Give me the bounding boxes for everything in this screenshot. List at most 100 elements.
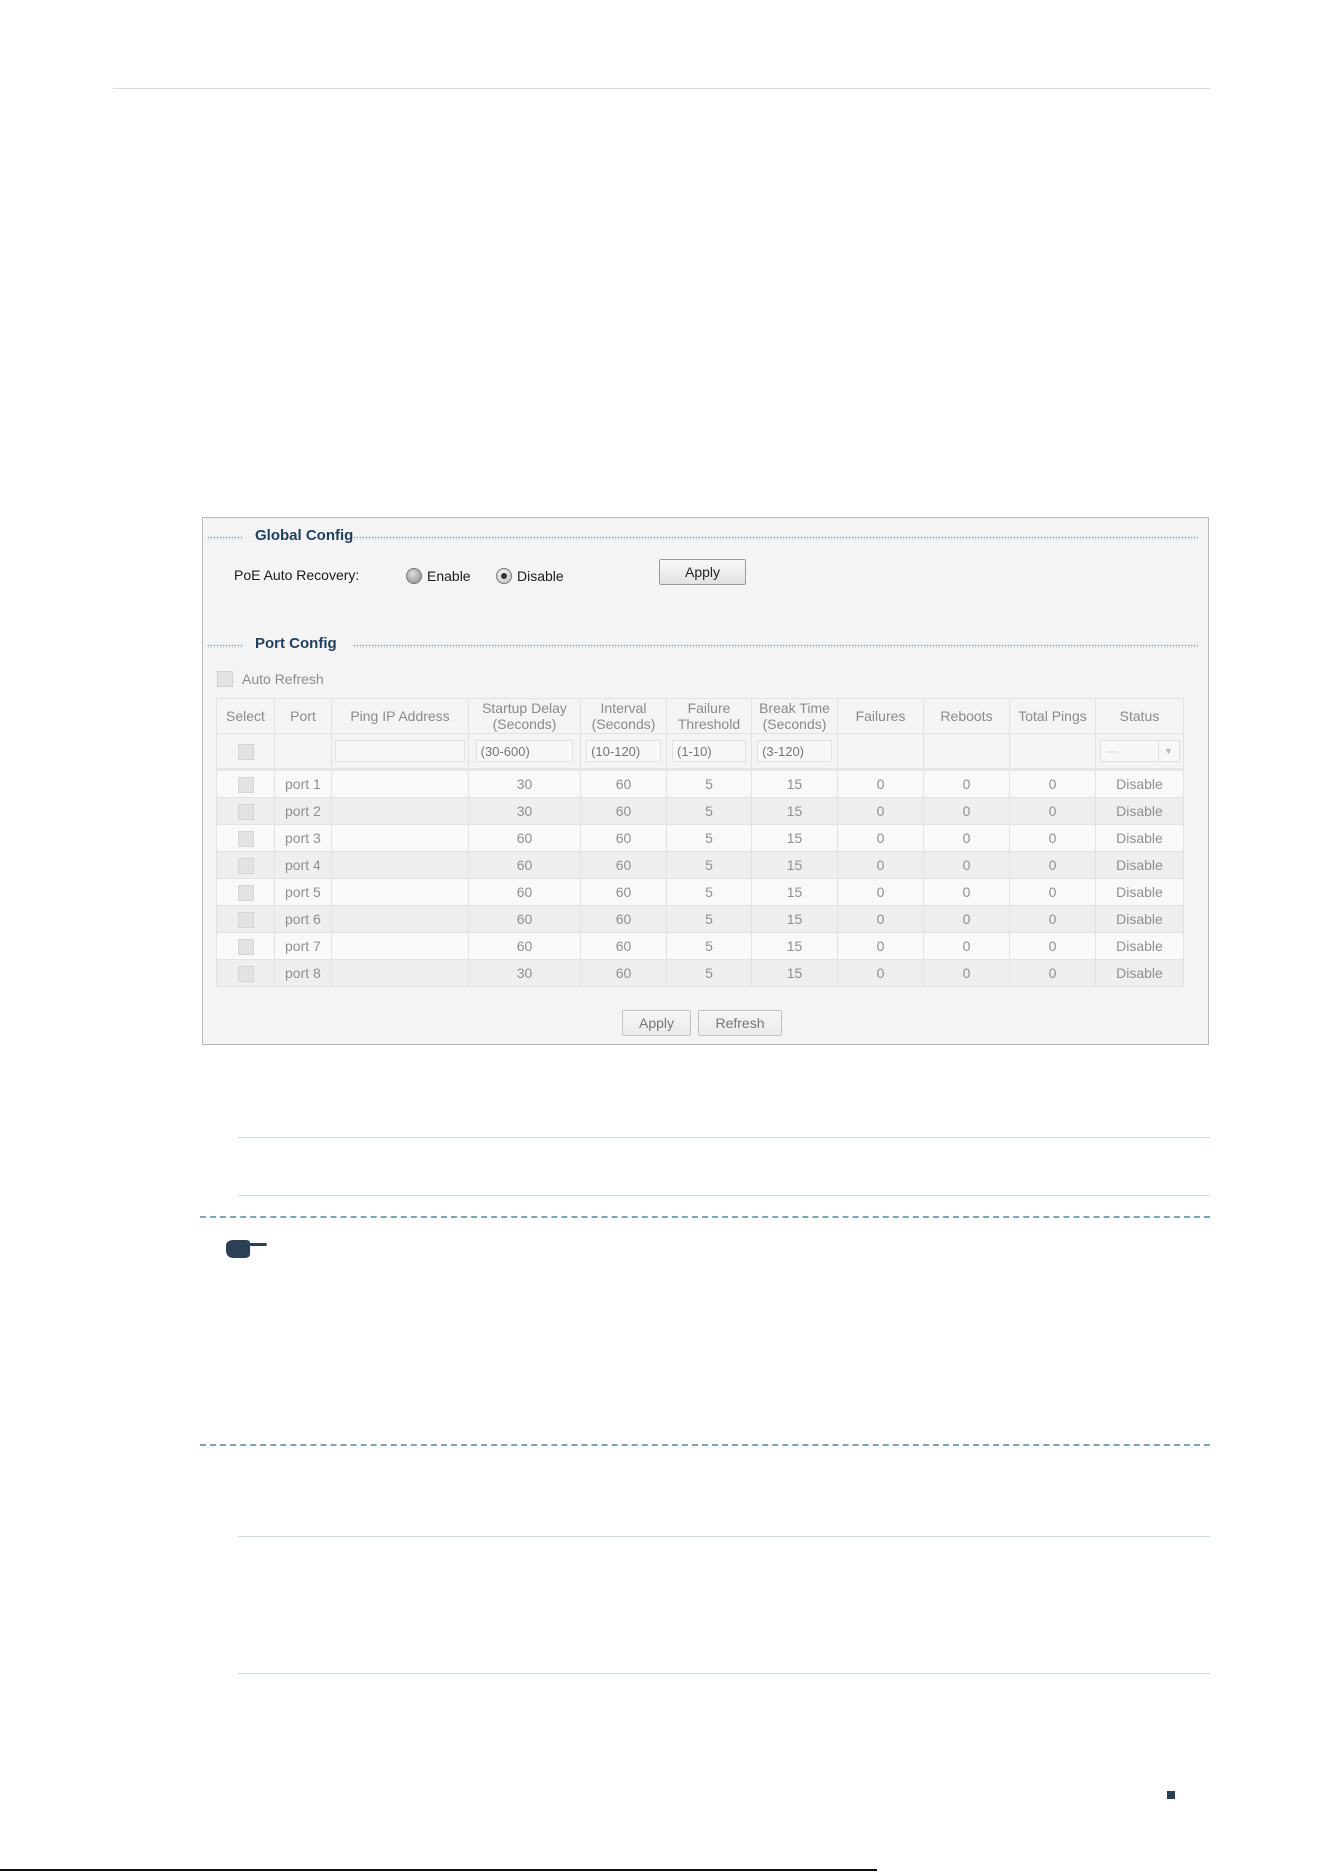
auto-refresh-checkbox[interactable] xyxy=(217,671,233,687)
port-cell: port 1 xyxy=(274,769,332,798)
interval-cell: 60 xyxy=(580,769,667,798)
port-cell: port 3 xyxy=(274,824,332,852)
interval-cell: 60 xyxy=(580,878,667,906)
global-config-header: Global Config xyxy=(203,527,1208,547)
break-time-input[interactable] xyxy=(757,740,832,762)
port-cell: port 4 xyxy=(274,851,332,879)
failures-cell: 0 xyxy=(837,959,924,987)
col-break-time: Break Time (Seconds) xyxy=(751,698,838,734)
reboots-cell: 0 xyxy=(923,932,1010,960)
enable-radio[interactable] xyxy=(406,568,422,584)
rule-4 xyxy=(238,1673,1210,1674)
table-row: port 8 30 60 5 15 0 0 0 Disable xyxy=(216,959,1184,987)
table-row: port 3 60 60 5 15 0 0 0 Disable xyxy=(216,824,1184,852)
poe-auto-recovery-panel: Global Config PoE Auto Recovery: Enable … xyxy=(202,517,1209,1045)
reboots-cell: 0 xyxy=(923,851,1010,879)
table-header-row: Select Port Ping IP Address Startup Dela… xyxy=(216,698,1184,734)
break-time-cell: 15 xyxy=(751,769,838,798)
failures-cell: 0 xyxy=(837,824,924,852)
port-cell: port 2 xyxy=(274,797,332,825)
pointing-hand-icon xyxy=(226,1240,267,1258)
ping-ip-cell xyxy=(331,932,469,960)
select-all-checkbox[interactable] xyxy=(237,743,254,760)
rule-3 xyxy=(238,1536,1210,1537)
row-select-checkbox[interactable] xyxy=(237,776,254,793)
reboots-cell: 0 xyxy=(923,959,1010,987)
failures-cell: 0 xyxy=(837,932,924,960)
startup-delay-cell: 60 xyxy=(468,851,581,879)
refresh-button[interactable]: Refresh xyxy=(698,1010,782,1036)
failures-cell: 0 xyxy=(837,797,924,825)
row-select-checkbox[interactable] xyxy=(237,965,254,982)
note-top-dashes xyxy=(200,1216,1210,1218)
break-time-cell: 15 xyxy=(751,878,838,906)
disable-radio-label[interactable]: Disable xyxy=(517,568,564,584)
rule-2 xyxy=(238,1195,1210,1196)
col-reboots: Reboots xyxy=(923,698,1010,734)
failure-threshold-cell: 5 xyxy=(666,824,752,852)
port-cell: port 7 xyxy=(274,932,332,960)
port-apply-button[interactable]: Apply xyxy=(622,1010,691,1036)
table-row: port 5 60 60 5 15 0 0 0 Disable xyxy=(216,878,1184,906)
reboots-cell: 0 xyxy=(923,905,1010,933)
failure-threshold-cell: 5 xyxy=(666,797,752,825)
status-cell: Disable xyxy=(1095,824,1184,852)
startup-delay-input[interactable] xyxy=(475,740,574,762)
ping-ip-cell xyxy=(331,851,469,879)
col-interval: Interval (Seconds) xyxy=(580,698,667,734)
chevron-down-icon: ▼ xyxy=(1157,741,1179,761)
failures-cell: 0 xyxy=(837,851,924,879)
status-cell: Disable xyxy=(1095,905,1184,933)
status-select[interactable]: --- ▼ xyxy=(1099,740,1180,762)
startup-delay-cell: 30 xyxy=(468,959,581,987)
total-pings-cell: 0 xyxy=(1009,797,1096,825)
failure-threshold-cell: 5 xyxy=(666,905,752,933)
total-pings-cell: 0 xyxy=(1009,851,1096,879)
failure-threshold-cell: 5 xyxy=(666,959,752,987)
interval-cell: 60 xyxy=(580,824,667,852)
break-time-cell: 15 xyxy=(751,851,838,879)
ping-ip-cell xyxy=(331,769,469,798)
reboots-cell: 0 xyxy=(923,769,1010,798)
ping-ip-cell xyxy=(331,905,469,933)
row-select-checkbox[interactable] xyxy=(237,884,254,901)
status-cell: Disable xyxy=(1095,851,1184,879)
total-pings-cell: 0 xyxy=(1009,878,1096,906)
auto-refresh-label[interactable]: Auto Refresh xyxy=(242,671,324,687)
rule-1 xyxy=(238,1137,1210,1138)
total-pings-cell: 0 xyxy=(1009,769,1096,798)
col-port: Port xyxy=(274,698,332,734)
interval-cell: 60 xyxy=(580,797,667,825)
disable-radio[interactable] xyxy=(496,568,512,584)
break-time-cell: 15 xyxy=(751,959,838,987)
enable-radio-label[interactable]: Enable xyxy=(427,568,471,584)
port-rows: port 1 30 60 5 15 0 0 0 Disable port 2 30 60 5 15 0 0 0 D… xyxy=(216,769,1184,987)
col-ping-ip: Ping IP Address xyxy=(331,698,469,734)
row-select-checkbox[interactable] xyxy=(237,911,254,928)
interval-input[interactable] xyxy=(586,740,661,762)
reboots-cell: 0 xyxy=(923,878,1010,906)
table-row: port 4 60 60 5 15 0 0 0 Disable xyxy=(216,851,1184,879)
failure-threshold-input[interactable] xyxy=(672,740,746,762)
table-row: port 1 30 60 5 15 0 0 0 Disable xyxy=(216,769,1184,798)
global-apply-button[interactable]: Apply xyxy=(659,559,746,585)
port-cell: port 6 xyxy=(274,905,332,933)
row-select-checkbox[interactable] xyxy=(237,857,254,874)
total-pings-cell: 0 xyxy=(1009,932,1096,960)
startup-delay-cell: 60 xyxy=(468,905,581,933)
interval-cell: 60 xyxy=(580,932,667,960)
startup-delay-cell: 60 xyxy=(468,878,581,906)
break-time-cell: 15 xyxy=(751,824,838,852)
row-select-checkbox[interactable] xyxy=(237,938,254,955)
failures-cell: 0 xyxy=(837,878,924,906)
col-total-pings: Total Pings xyxy=(1009,698,1096,734)
row-select-checkbox[interactable] xyxy=(237,803,254,820)
row-select-checkbox[interactable] xyxy=(237,830,254,847)
port-cell: port 5 xyxy=(274,878,332,906)
poe-auto-recovery-label: PoE Auto Recovery: xyxy=(234,567,360,583)
ping-ip-input[interactable] xyxy=(335,740,465,762)
startup-delay-cell: 60 xyxy=(468,932,581,960)
break-time-cell: 15 xyxy=(751,932,838,960)
col-select: Select xyxy=(216,698,275,734)
status-cell: Disable xyxy=(1095,959,1184,987)
